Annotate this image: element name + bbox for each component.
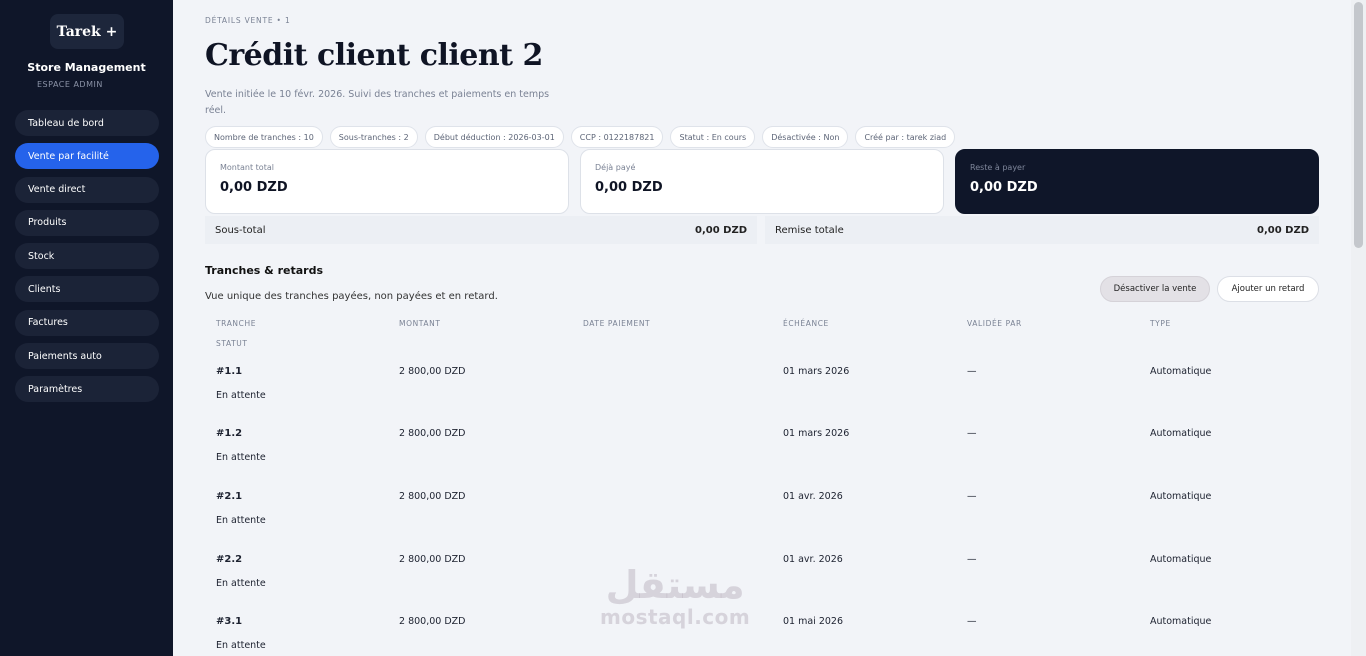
app-name: Store Management — [27, 61, 146, 74]
table-row-tranche: #2.1 — [216, 491, 243, 502]
main-content: DÉTAILS VENTE • 1 Crédit client client 2… — [173, 0, 1351, 656]
table-row-echeance: 01 avr. 2026 — [783, 491, 843, 502]
table-row-tranche: #1.1 — [216, 366, 243, 377]
table-row-type: Automatique — [1150, 491, 1212, 502]
pill-cree-par: Créé par : tarek ziad — [855, 126, 956, 148]
sidebar-item-tableau-de-bord[interactable]: Tableau de bord — [15, 110, 159, 136]
watermark-latin: mostaql.com — [600, 605, 751, 629]
sidebar-item-vente-direct[interactable]: Vente direct — [15, 176, 159, 203]
card-deja-paye: Déjà payé 0,00 DZD — [580, 149, 944, 214]
col-header-tranche: TRANCHE — [216, 319, 257, 328]
pill-desactivee: Désactivée : Non — [762, 126, 849, 148]
table-row-tranche: #1.2 — [216, 428, 243, 439]
col-header-date-paiement: DATE PAIEMENT — [583, 319, 651, 328]
discount-row: Remise totale 0,00 DZD — [765, 216, 1319, 244]
table-row-echeance: 01 mai 2026 — [783, 616, 844, 627]
table-row-validee: — — [967, 366, 977, 377]
watermark-arabic: مستقل — [605, 563, 745, 607]
table-row-echeance: 01 mars 2026 — [783, 366, 850, 377]
card-label: Reste à payer — [970, 163, 1026, 172]
col-header-validee-par: VALIDÉE PAR — [967, 319, 1022, 328]
table-row-validee: — — [967, 491, 977, 502]
table-row-montant: 2 800,00 DZD — [399, 554, 466, 565]
card-label: Déjà payé — [595, 163, 636, 172]
page-description: Vente initiée le 10 févr. 2026. Suivi de… — [205, 89, 550, 116]
sidebar: Tarek + Store Management ESPACE ADMIN Ta… — [0, 0, 173, 656]
sidebar-item-paiements-auto[interactable]: Paiements auto — [15, 343, 159, 370]
watermark: مستقل mostaql.com — [600, 565, 750, 629]
table-row-tranche: #3.1 — [216, 616, 243, 627]
table-row-type: Automatique — [1150, 366, 1212, 377]
breadcrumb: DÉTAILS VENTE • 1 — [205, 16, 291, 25]
pill-tranches: Nombre de tranches : 10 — [205, 126, 323, 148]
section-title: Tranches & retards — [205, 264, 323, 277]
pill-ccp: CCP : 0122187821 — [570, 126, 664, 148]
table-row-type: Automatique — [1150, 554, 1212, 565]
deactivate-sale-button[interactable]: Désactiver la vente — [1100, 276, 1210, 302]
add-delay-button[interactable]: Ajouter un retard — [1217, 276, 1319, 302]
sidebar-item-parametres[interactable]: Paramètres — [15, 376, 159, 403]
card-value: 0,00 DZD — [970, 180, 1038, 195]
table-row-statut: En attente — [216, 452, 266, 463]
card-reste-a-payer: Reste à payer 0,00 DZD — [955, 149, 1319, 214]
col-header-type: TYPE — [1150, 319, 1171, 328]
sidebar-item-produits[interactable]: Produits — [15, 209, 159, 236]
card-value: 0,00 DZD — [220, 180, 288, 195]
card-value: 0,00 DZD — [595, 180, 663, 195]
table-row-type: Automatique — [1150, 428, 1212, 439]
discount-value: 0,00 DZD — [1256, 224, 1309, 236]
table-row-montant: 2 800,00 DZD — [399, 491, 466, 502]
section-subtitle: Vue unique des tranches payées, non payé… — [205, 291, 498, 302]
discount-label: Remise totale — [775, 224, 844, 236]
table-row-validee: — — [967, 554, 977, 565]
subtotal-row: Sous-total 0,00 DZD — [205, 216, 757, 244]
col-header-montant: MONTANT — [399, 319, 441, 328]
table-row-validee: — — [967, 616, 977, 627]
sidebar-item-clients[interactable]: Clients — [15, 276, 159, 303]
scrollbar-thumb[interactable] — [1354, 2, 1363, 248]
table-row-statut: En attente — [216, 515, 266, 526]
table-row-montant: 2 800,00 DZD — [399, 428, 466, 439]
space-label: ESPACE ADMIN — [37, 80, 103, 89]
sidebar-item-vente-par-facilite[interactable]: Vente par facilité — [15, 143, 159, 170]
pill-debut-deduction: Début déduction : 2026-03-01 — [424, 126, 564, 148]
subtotal-value: 0,00 DZD — [694, 224, 747, 236]
info-pills: Nombre de tranches : 10 Sous-tranches : … — [205, 126, 956, 148]
table-row-validee: — — [967, 428, 977, 439]
table-row-tranche: #2.2 — [216, 554, 243, 565]
pill-sous-tranches: Sous-tranches : 2 — [329, 126, 418, 148]
table-row-statut: En attente — [216, 578, 266, 589]
table-row-montant: 2 800,00 DZD — [399, 366, 466, 377]
subtotal-label: Sous-total — [215, 224, 266, 236]
card-montant-total: Montant total 0,00 DZD — [205, 149, 569, 214]
table-row-echeance: 01 avr. 2026 — [783, 554, 843, 565]
page-title: Crédit client client 2 — [205, 38, 543, 73]
card-label: Montant total — [220, 163, 274, 172]
col-header-statut: STATUT — [216, 339, 248, 348]
table-row-montant: 2 800,00 DZD — [399, 616, 466, 627]
sidebar-nav: Tableau de bord Vente par facilité Vente… — [15, 110, 159, 410]
table-row-statut: En attente — [216, 640, 266, 651]
table-row-type: Automatique — [1150, 616, 1212, 627]
sidebar-item-factures[interactable]: Factures — [15, 309, 159, 336]
sidebar-item-stock[interactable]: Stock — [15, 243, 159, 270]
col-header-echeance: ÉCHÉANCE — [783, 319, 829, 328]
pill-statut: Statut : En cours — [670, 126, 756, 148]
table-row-echeance: 01 mars 2026 — [783, 428, 850, 439]
table-row-statut: En attente — [216, 390, 266, 401]
brand-logo[interactable]: Tarek + — [50, 14, 124, 49]
